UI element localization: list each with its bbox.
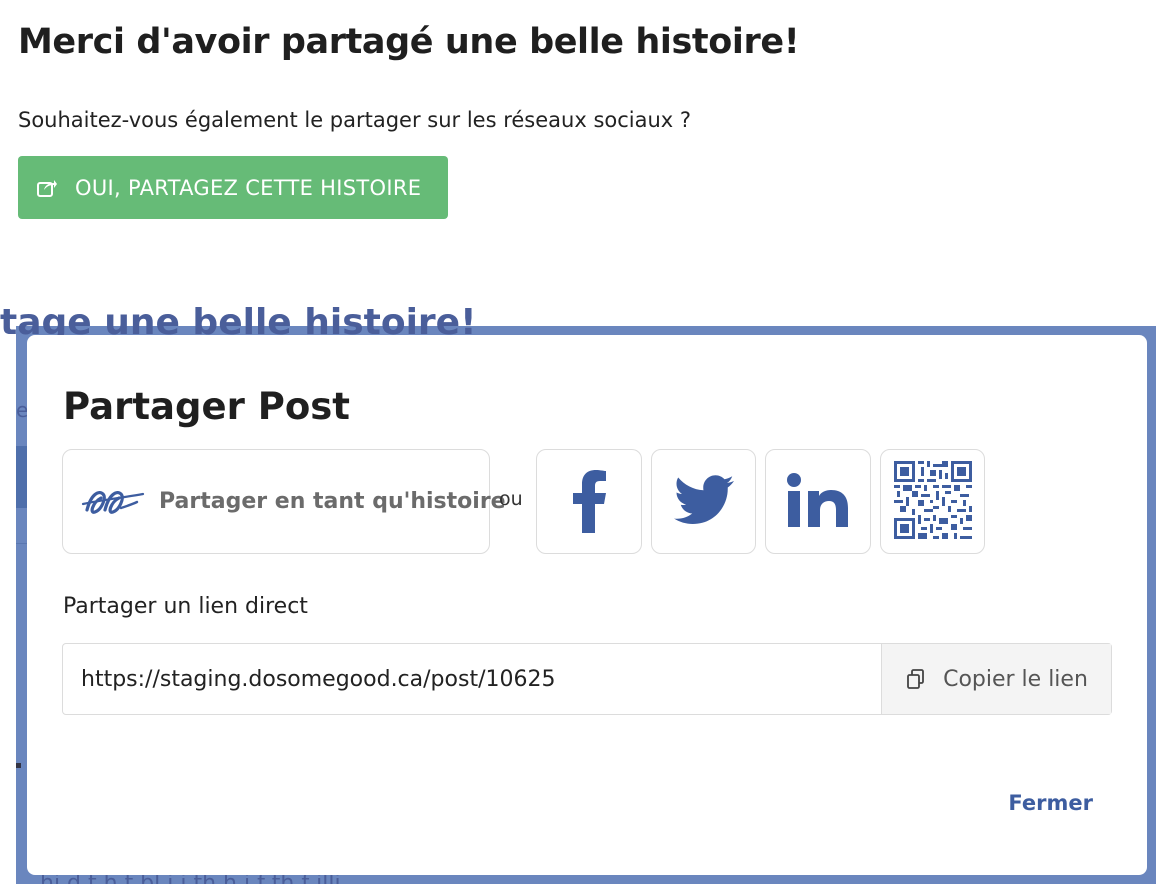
backdrop-ghost-dot bbox=[16, 763, 21, 768]
linkedin-icon bbox=[786, 472, 850, 531]
share-as-story-button[interactable]: Partager en tant qu'histoire bbox=[62, 449, 506, 554]
close-button[interactable]: Fermer bbox=[1008, 791, 1093, 815]
share-story-button[interactable]: OUI, PARTAGEZ CETTE HISTOIRE bbox=[18, 156, 448, 219]
modal-title: Partager Post bbox=[63, 385, 350, 428]
direct-link-label: Partager un lien direct bbox=[63, 594, 308, 619]
facebook-icon bbox=[569, 467, 609, 537]
copy-link-button[interactable]: Copier le lien bbox=[881, 644, 1111, 714]
share-icon bbox=[36, 177, 58, 199]
copy-icon bbox=[905, 668, 927, 690]
direct-link-input[interactable] bbox=[63, 644, 881, 714]
twitter-share-button[interactable] bbox=[651, 449, 756, 554]
facebook-share-button[interactable] bbox=[536, 449, 642, 554]
or-separator: ou bbox=[499, 488, 523, 510]
qr-code-share-button[interactable] bbox=[880, 449, 985, 554]
copy-link-label: Copier le lien bbox=[943, 666, 1088, 692]
share-modal: Partager Post Partager en tant qu'histoi… bbox=[27, 335, 1147, 875]
page-title: Merci d'avoir partagé une belle histoire… bbox=[18, 22, 800, 62]
share-question: Souhaitez-vous également le partager sur… bbox=[18, 108, 692, 132]
direct-link-group: Copier le lien bbox=[62, 643, 1112, 715]
twitter-icon bbox=[673, 474, 734, 529]
share-story-button-label: OUI, PARTAGEZ CETTE HISTOIRE bbox=[75, 175, 422, 200]
qr-code-icon bbox=[893, 460, 972, 543]
linkedin-share-button[interactable] bbox=[765, 449, 871, 554]
dosomegood-logo-icon bbox=[81, 480, 155, 524]
share-as-story-label: Partager en tant qu'histoire bbox=[159, 489, 506, 514]
